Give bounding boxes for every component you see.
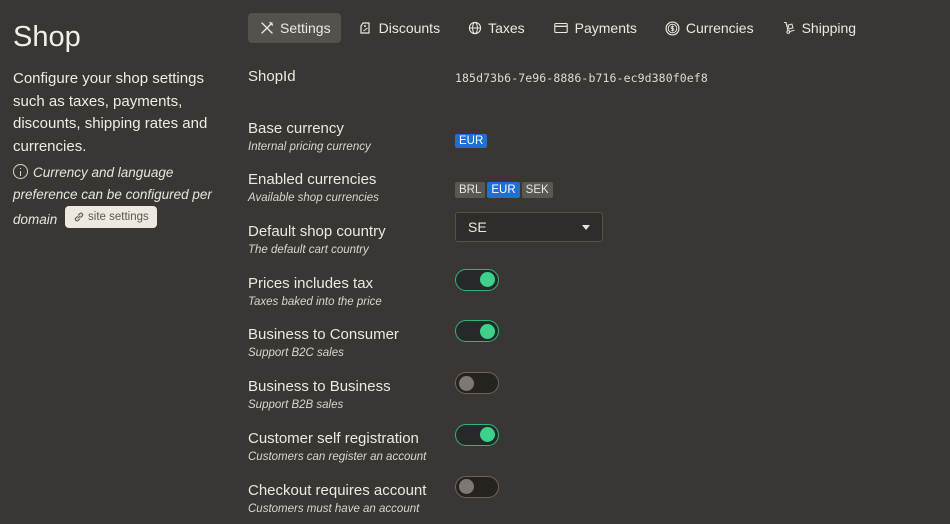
tab-label: Shipping xyxy=(801,20,857,36)
coin-icon xyxy=(665,20,680,36)
default-country-select[interactable]: SE xyxy=(455,212,603,243)
checkout-requires-account-row: Checkout requires account Customers must… xyxy=(248,475,938,524)
tab-currencies[interactable]: Currencies xyxy=(653,13,764,43)
checkout-requires-account-sub: Customers must have an account xyxy=(248,502,420,515)
b2c-row: Business to Consumer Support B2C sales xyxy=(248,320,938,374)
self-registration-sub: Customers can register an account xyxy=(248,450,427,463)
link-icon xyxy=(74,212,84,222)
prices-include-tax-row: Prices includes tax Taxes baked into the… xyxy=(248,268,938,323)
tab-label: Taxes xyxy=(488,20,525,36)
tab-shipping[interactable]: Shipping xyxy=(770,13,867,43)
tab-label: Settings xyxy=(280,20,331,36)
currency-badge: EUR xyxy=(455,133,488,148)
settings-tabs: Settings Discounts Taxes Payments Curren… xyxy=(248,13,872,43)
toggle-knob xyxy=(480,427,495,443)
tab-settings[interactable]: Settings xyxy=(248,13,341,43)
prices-include-tax-label: Prices includes tax xyxy=(248,274,374,292)
tab-payments[interactable]: Payments xyxy=(541,13,647,43)
b2c-sub: Support B2C sales xyxy=(248,347,344,360)
shop-id-row: ShopId 185d73b6-7e96-8886-b716-ec9d380f0… xyxy=(248,64,938,116)
b2b-row: Business to Business Support B2B sales xyxy=(248,372,938,426)
base-currency-row: Base currency Internal pricing currency … xyxy=(248,116,938,168)
enabled-currencies-label: Enabled currencies xyxy=(248,171,377,189)
b2c-toggle[interactable] xyxy=(455,320,499,343)
credit-card-icon xyxy=(553,22,568,34)
currency-badge: BRL xyxy=(455,182,486,199)
site-settings-label: site settings xyxy=(88,211,149,223)
b2b-sub: Support B2B sales xyxy=(248,399,344,412)
base-currency-label: Base currency xyxy=(248,119,344,137)
toggle-knob xyxy=(459,479,474,494)
globe-icon xyxy=(468,21,482,35)
chevron-down-icon xyxy=(582,224,590,230)
tab-label: Currencies xyxy=(685,20,754,36)
select-value: SE xyxy=(468,219,487,236)
settings-panel: ShopId 185d73b6-7e96-8886-b716-ec9d380f0… xyxy=(248,64,938,524)
tag-icon xyxy=(359,22,370,34)
prices-include-tax-toggle[interactable] xyxy=(455,268,499,291)
sidebar-description: Configure your shop settings such as tax… xyxy=(13,70,208,155)
tab-label: Payments xyxy=(574,20,637,36)
tab-taxes[interactable]: Taxes xyxy=(456,13,535,43)
checkout-requires-account-toggle[interactable] xyxy=(455,475,499,498)
shop-id-value: 185d73b6-7e96-8886-b716-ec9d380f0ef8 xyxy=(455,71,708,85)
prices-include-tax-sub: Taxes baked into the price xyxy=(248,295,382,308)
base-currency-sub: Internal pricing currency xyxy=(248,140,371,153)
self-registration-row: Customer self registration Customers can… xyxy=(248,423,938,478)
toggle-knob xyxy=(459,375,474,391)
default-country-sub: The default cart country xyxy=(248,244,369,257)
self-registration-toggle[interactable] xyxy=(455,423,499,446)
self-registration-label: Customer self registration xyxy=(248,429,419,447)
tab-discounts[interactable]: Discounts xyxy=(347,13,450,43)
b2b-label: Business to Business xyxy=(248,378,391,396)
checkout-requires-account-label: Checkout requires account xyxy=(248,481,427,499)
info-icon xyxy=(13,164,28,179)
b2b-toggle[interactable] xyxy=(455,372,499,395)
sidebar-note: Currency and language preference can be … xyxy=(13,162,235,231)
site-settings-button[interactable]: site settings xyxy=(65,206,157,228)
enabled-currencies-sub: Available shop currencies xyxy=(248,192,379,205)
sidebar: Shop Configure your shop settings such a… xyxy=(13,18,235,231)
toggle-knob xyxy=(480,272,495,288)
enabled-currencies-value: BRL EUR SEK xyxy=(455,182,553,199)
currency-badge: EUR xyxy=(487,182,520,199)
tab-label: Discounts xyxy=(378,20,441,36)
page-title: Shop xyxy=(13,21,81,53)
default-country-row: Default shop country The default cart co… xyxy=(248,212,938,271)
wrench-screwdriver-icon xyxy=(261,21,274,34)
toggle-knob xyxy=(480,323,495,339)
currency-badge: SEK xyxy=(521,182,553,199)
hand-truck-icon xyxy=(783,21,795,34)
base-currency-value: EUR xyxy=(455,131,488,149)
b2c-label: Business to Consumer xyxy=(248,326,399,344)
